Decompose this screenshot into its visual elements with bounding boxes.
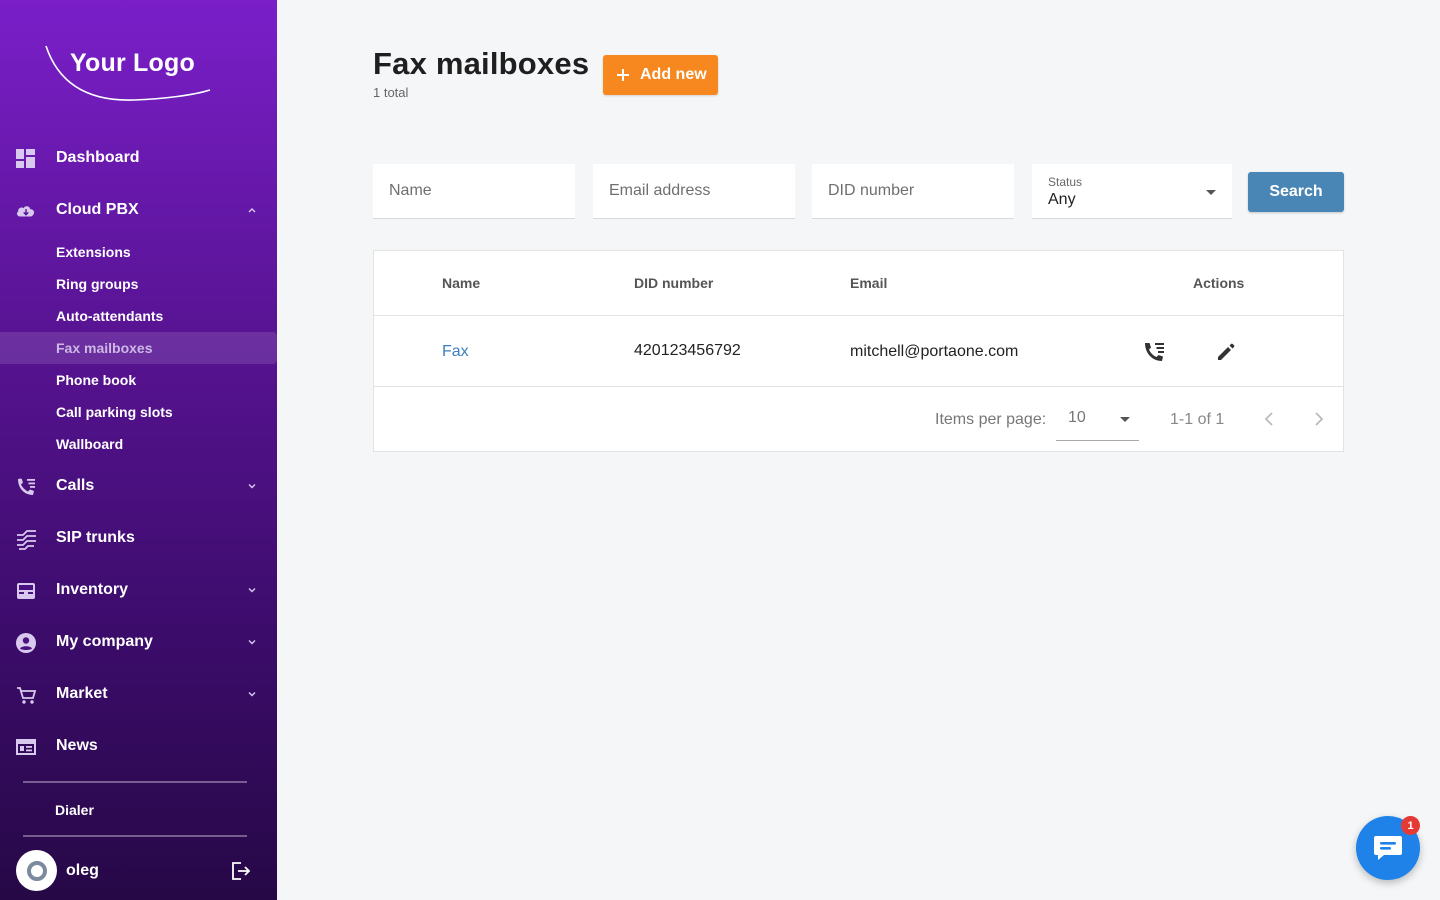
nav-inventory[interactable]: Inventory (0, 570, 277, 610)
previous-page-icon[interactable] (1259, 408, 1281, 430)
nav-label: News (56, 737, 98, 754)
call-log-icon[interactable] (1141, 339, 1167, 365)
nav-market[interactable]: Market (0, 674, 277, 714)
logo[interactable]: Your Logo (44, 40, 214, 110)
plus-icon (617, 69, 629, 81)
user-row: oleg (0, 848, 277, 894)
sidebar-divider (23, 835, 247, 837)
sidebar-item-wallboard[interactable]: Wallboard (0, 428, 277, 460)
sidebar-item-label: Call parking slots (56, 404, 173, 420)
items-per-page-value: 10 (1068, 409, 1086, 426)
name-filter-field (373, 164, 575, 219)
nav-label: Cloud PBX (56, 201, 139, 218)
status-label: Status (1048, 175, 1083, 189)
email-filter-input[interactable] (593, 164, 795, 218)
chat-icon (1374, 836, 1402, 860)
edit-icon[interactable] (1213, 339, 1239, 365)
sidebar-item-label: Extensions (56, 244, 131, 260)
sidebar-item-label: Ring groups (56, 276, 139, 292)
chevron-down-icon (248, 484, 256, 489)
column-header-actions: Actions (1193, 275, 1245, 291)
nav-news[interactable]: News (0, 726, 277, 766)
add-new-button[interactable]: Add new (603, 55, 718, 95)
sidebar-item-phone-book[interactable]: Phone book (0, 364, 277, 396)
avatar-ring (26, 860, 47, 881)
status-select[interactable]: Status Any (1032, 164, 1232, 219)
user-name: oleg (66, 862, 99, 879)
nav-label: Calls (56, 477, 95, 494)
cloud-icon (16, 206, 35, 217)
account-circle-icon (16, 633, 36, 653)
sidebar-item-auto-attendants[interactable]: Auto-attendants (0, 300, 277, 332)
chevron-down-icon (248, 692, 256, 697)
next-page-icon[interactable] (1307, 408, 1329, 430)
fax-mailboxes-table: Name DID number Email Actions Fax 420123… (373, 250, 1344, 452)
sidebar-item-label: Phone book (56, 372, 137, 388)
row-divider (374, 315, 1343, 316)
sidebar-divider (23, 781, 247, 783)
sip-trunks-icon (17, 530, 36, 550)
sidebar-item-extensions[interactable]: Extensions (0, 236, 277, 268)
chevron-down-icon (248, 588, 256, 593)
nav-label: Dashboard (56, 149, 140, 166)
add-new-label: Add new (640, 66, 707, 83)
sidebar-item-label: Wallboard (56, 436, 124, 452)
sidebar: Your Logo Dashboard Cloud PBX Extensions… (0, 0, 277, 900)
sidebar-item-ring-groups[interactable]: Ring groups (0, 268, 277, 300)
nav-label: Inventory (56, 581, 129, 598)
logo-text: Your Logo (70, 49, 195, 77)
sidebar-item-fax-mailboxes[interactable]: Fax mailboxes (0, 332, 277, 364)
logout-icon[interactable] (229, 860, 251, 882)
nav-my-company[interactable]: My company (0, 622, 277, 662)
sidebar-item-label: Auto-attendants (56, 308, 164, 324)
nav-cloud-pbx[interactable]: Cloud PBX (0, 190, 277, 230)
news-icon (16, 739, 36, 755)
sidebar-item-label: Fax mailboxes (56, 340, 153, 356)
column-header-did[interactable]: DID number (634, 275, 713, 291)
email-filter-field (593, 164, 795, 219)
caret-down-icon (1120, 417, 1130, 422)
call-log-icon (18, 478, 35, 495)
column-header-name[interactable]: Name (442, 275, 480, 291)
row-divider (374, 386, 1343, 387)
status-value: Any (1048, 191, 1076, 208)
sidebar-item-dialer[interactable]: Dialer (0, 794, 277, 826)
search-button[interactable]: Search (1248, 172, 1344, 212)
nav-label: My company (56, 633, 153, 650)
chevron-up-icon (248, 208, 256, 213)
chevron-down-icon (248, 640, 256, 645)
column-header-email[interactable]: Email (850, 275, 887, 291)
did-filter-field (812, 164, 1014, 219)
page-subtitle: 1 total (373, 85, 409, 100)
items-per-page-label: Items per page: (935, 411, 1047, 428)
avatar[interactable] (16, 850, 57, 891)
did-number-cell: 420123456792 (634, 342, 741, 359)
caret-down-icon (1206, 190, 1216, 195)
cart-icon (17, 687, 37, 704)
fax-name-link[interactable]: Fax (442, 343, 469, 361)
dashboard-icon (16, 149, 35, 168)
did-filter-input[interactable] (812, 164, 1014, 218)
page-title: Fax mailboxes (373, 46, 590, 81)
nav-dashboard[interactable]: Dashboard (0, 138, 277, 178)
sidebar-item-label: Dialer (55, 802, 94, 818)
name-filter-input[interactable] (373, 164, 575, 218)
nav-label: SIP trunks (56, 529, 135, 546)
pagination-range: 1-1 of 1 (1170, 411, 1225, 428)
sidebar-item-call-parking-slots[interactable]: Call parking slots (0, 396, 277, 428)
nav-sip-trunks[interactable]: SIP trunks (0, 518, 277, 558)
nav-calls[interactable]: Calls (0, 466, 277, 506)
items-per-page-select[interactable]: 10 (1056, 401, 1139, 441)
chat-notification-badge: 1 (1401, 816, 1420, 835)
email-cell: mitchell@portaone.com (850, 343, 1019, 360)
nav-label: Market (56, 685, 108, 702)
inventory-icon (17, 583, 35, 599)
